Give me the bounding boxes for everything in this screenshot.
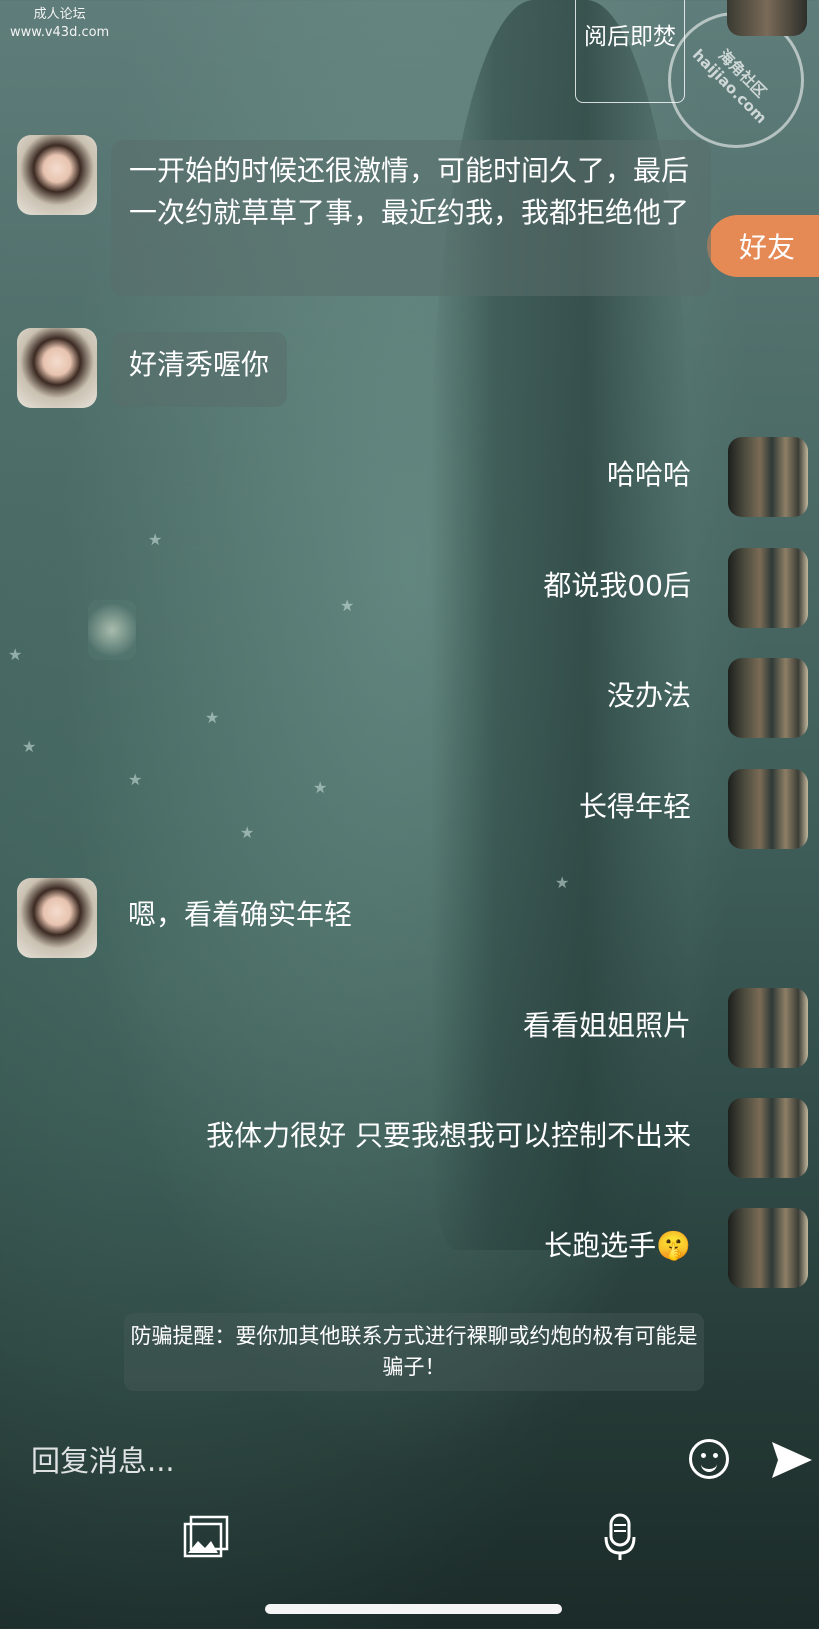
send-arrow-icon[interactable] [770, 1438, 814, 1482]
site-watermark: 成人论坛 www.v43d.com [10, 6, 109, 42]
site-watermark-url: www.v43d.com [10, 25, 110, 40]
message-input[interactable]: 回复消息... [31, 1438, 175, 1480]
bottom-toolbar [0, 1505, 819, 1575]
message-text-sent[interactable]: 没办法 [607, 676, 691, 716]
contact-avatar[interactable] [17, 878, 97, 958]
friend-tag-button[interactable]: 好友 [707, 215, 819, 277]
background-star: ★ [8, 645, 23, 664]
message-text-sent[interactable]: 看看姐姐照片 [523, 1006, 691, 1046]
image-gallery-icon[interactable] [183, 1515, 229, 1559]
message-text-sent[interactable]: 都说我00后 [543, 566, 691, 606]
background-lantern [88, 600, 136, 660]
message-text-received[interactable]: 嗯，看着确实年轻 [128, 895, 352, 935]
anti-fraud-warning-text: 防骗提醒：要你加其他联系方式进行裸聊或约炮的极有可能是骗子！ [130, 1324, 698, 1379]
background-star: ★ [240, 823, 255, 842]
background-star: ★ [340, 596, 355, 615]
message-text: 一开始的时候还很激情，可能时间久了，最后一次约就草草了事，最近约我，我都拒绝他了 [129, 154, 690, 229]
message-bubble-received[interactable]: 好清秀喔你 [111, 332, 288, 407]
message-bubble-received[interactable]: 一开始的时候还很激情，可能时间久了，最后一次约就草草了事，最近约我，我都拒绝他了 [111, 140, 711, 296]
home-indicator[interactable] [265, 1604, 562, 1614]
message-text-sent[interactable]: 长跑选手🤫 [544, 1226, 691, 1266]
anti-fraud-warning: 防骗提醒：要你加其他联系方式进行裸聊或约炮的极有可能是骗子！ [124, 1313, 704, 1391]
background-star: ★ [313, 778, 328, 797]
smiley-mouth [701, 1461, 717, 1472]
self-avatar[interactable] [727, 0, 807, 36]
message-text-sent[interactable]: 长得年轻 [579, 787, 691, 827]
read-and-burn-label: 阅后即焚 [584, 24, 676, 50]
background-star: ★ [205, 708, 220, 727]
read-and-burn-button[interactable]: 阅后即焚 [575, 0, 685, 103]
background-star: ★ [22, 737, 37, 756]
message-text: 好清秀喔你 [129, 348, 270, 381]
self-avatar[interactable] [728, 548, 808, 628]
site-watermark-name: 成人论坛 [33, 7, 86, 22]
self-avatar[interactable] [728, 437, 808, 517]
smiley-eye [701, 1453, 706, 1458]
self-avatar[interactable] [728, 1208, 808, 1288]
smiley-face-icon[interactable] [689, 1439, 729, 1479]
message-input-bar: 回复消息... [0, 1420, 819, 1500]
microphone-icon[interactable] [603, 1513, 637, 1561]
background-star: ★ [128, 770, 143, 789]
smiley-eye [713, 1453, 718, 1458]
message-text-sent[interactable]: 哈哈哈 [607, 455, 691, 495]
self-avatar[interactable] [728, 769, 808, 849]
self-avatar[interactable] [728, 988, 808, 1068]
background-star: ★ [555, 873, 570, 892]
contact-avatar[interactable] [17, 135, 97, 215]
message-text-sent[interactable]: 我体力很好 只要我想我可以控制不出来 [206, 1116, 691, 1156]
self-avatar[interactable] [728, 658, 808, 738]
friend-tag-label: 好友 [739, 231, 796, 264]
self-avatar[interactable] [728, 1098, 808, 1178]
contact-avatar[interactable] [17, 328, 97, 408]
background-star: ★ [148, 530, 163, 549]
